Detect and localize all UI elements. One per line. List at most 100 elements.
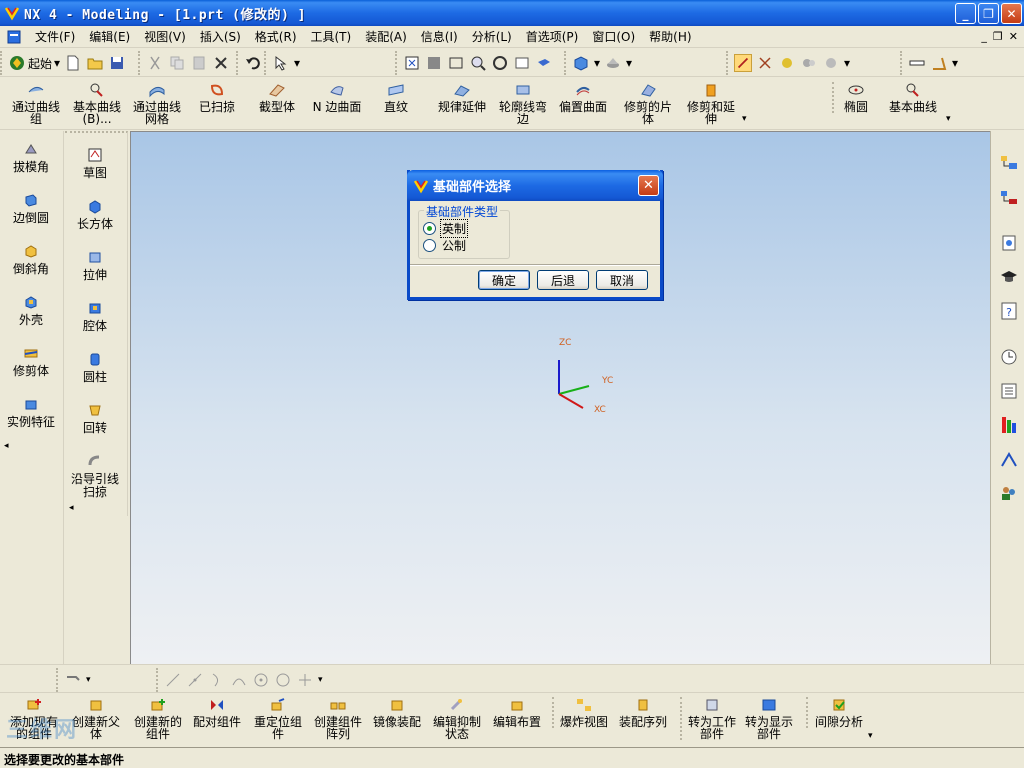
menu-format[interactable]: 格式(R) [248,28,304,45]
assembly-navigator-icon[interactable] [999,153,1019,173]
clearance-analysis-button[interactable]: 间隙分析 [806,697,866,728]
circle-center-icon[interactable] [252,671,270,689]
make-displayed-part-button[interactable]: 转为显示 部件 [740,697,798,740]
ruled-button[interactable]: 直纹 [376,82,416,113]
menu-view[interactable]: 视图(V) [137,28,193,45]
section-body-button[interactable]: 截型体 [254,82,300,113]
line-tangent-icon[interactable] [186,671,204,689]
pocket-button[interactable]: 腔体 [67,300,123,333]
menu-preferences[interactable]: 首选项(P) [519,28,586,45]
swept-button[interactable]: 已扫掠 [194,82,240,113]
maximize-button[interactable]: ❐ [978,3,999,24]
assembly-toolbar-overflow-arrow[interactable]: ▾ [868,731,873,741]
zoom-icon[interactable] [469,54,487,72]
copy-icon[interactable] [168,54,186,72]
menu-info[interactable]: 信息(I) [414,28,465,45]
team-center-icon[interactable] [999,483,1019,503]
rotate-icon[interactable] [491,54,509,72]
open-folder-icon[interactable] [86,54,104,72]
render-style-icon[interactable] [572,54,590,72]
mdi-minimize-button[interactable]: _ [981,30,987,43]
extrude-button[interactable]: 拉伸 [67,249,123,282]
menu-edit[interactable]: 编辑(E) [82,28,137,45]
shaded-view-icon[interactable] [535,54,553,72]
menu-window[interactable]: 窗口(O) [585,28,642,45]
exploded-views-button[interactable]: 爆炸视图 [552,697,610,728]
undo-icon[interactable] [244,54,262,72]
draft-angle-button[interactable]: 拔模角 [4,141,58,174]
process-studio-icon[interactable] [999,449,1019,469]
option-metric[interactable]: 公制 [423,237,466,254]
visualization-icon[interactable] [999,415,1019,435]
mate-component-button[interactable]: 配对组件 [190,697,244,728]
create-component-array-button[interactable]: 创建组件 阵列 [310,697,366,740]
menu-analysis[interactable]: 分析(L) [465,28,519,45]
mirror-assembly-button[interactable]: 镜像装配 [370,697,424,728]
sketch-button[interactable]: 草图 [67,147,123,180]
edit-arrangements-button[interactable]: 编辑布置 [490,697,544,728]
cylinder-button[interactable]: 圆柱 [67,351,123,384]
start-button[interactable]: 起始 ▾ [8,54,60,72]
edge-blend-button[interactable]: 边倒圆 [4,192,58,225]
zoom-box-icon[interactable] [447,54,465,72]
snap-options-icon[interactable] [822,54,840,72]
menu-insert[interactable]: 插入(S) [193,28,248,45]
view-orientation-icon[interactable] [604,54,622,72]
trim-body-button[interactable]: 修剪体 [4,345,58,378]
part-navigator-icon[interactable] [999,188,1019,208]
minimize-button[interactable]: _ [955,3,976,24]
circle-icon[interactable] [274,671,292,689]
menu-file[interactable]: 文件(F) [28,28,82,45]
mdi-restore-button[interactable]: ❐ [993,30,1003,43]
snap-filter-icon[interactable] [800,54,818,72]
history-palette-icon[interactable] [999,233,1019,253]
pan-icon[interactable] [513,54,531,72]
through-curves-button[interactable]: 通过曲线 组 [10,82,62,125]
english-radio[interactable] [423,222,436,235]
reposition-component-button[interactable]: 重定位组 件 [250,697,306,740]
help-icon[interactable]: ? [999,301,1019,321]
block-button[interactable]: 长方体 [67,198,123,231]
spline-icon[interactable] [208,671,226,689]
instance-feature-button[interactable]: 实例特征 [4,396,58,429]
cancel-button[interactable]: 取消 [596,270,648,290]
toolbar2-overflow-arrow[interactable]: ▾ [742,114,747,124]
create-new-component-button[interactable]: 创建新的 组件 [130,697,186,740]
shell-button[interactable]: 外壳 [4,294,58,327]
ok-button[interactable]: 确定 [478,270,530,290]
sweep-along-guide-button[interactable]: 沿导引线 扫掠 [67,453,123,499]
measure-angle-icon[interactable] [930,54,948,72]
selection-filter-icon[interactable] [272,54,290,72]
trim-extend-button[interactable]: 修剪和延 伸 [682,82,740,125]
roles-icon[interactable] [999,267,1019,287]
edit-suppression-state-button[interactable]: 编辑抑制 状态 [430,697,484,740]
close-button[interactable]: ✕ [1001,3,1022,24]
through-curve-mesh-button[interactable]: 通过曲线 网格 [130,82,184,125]
document-icon[interactable] [6,29,22,45]
new-file-icon[interactable] [64,54,82,72]
save-icon[interactable] [108,54,126,72]
revolve-button[interactable]: 回转 [67,402,123,435]
snap-point-icon[interactable] [734,54,752,72]
dialog-title-bar[interactable]: 基础部件选择 ✕ [407,170,663,201]
ellipse-button[interactable]: 椭圆 [832,82,872,113]
palette2-overflow-arrow[interactable]: ◂ [69,503,74,513]
menu-help[interactable]: 帮助(H) [642,28,698,45]
back-button[interactable]: 后退 [537,270,589,290]
fit-view-icon[interactable] [403,54,421,72]
cut-icon[interactable] [146,54,164,72]
profile-flange-button[interactable]: 轮廓线弯 边 [496,82,550,125]
curve-tool-icon[interactable] [64,671,82,689]
basic-curves-b-button[interactable]: 基本曲线 (B)... [70,82,124,125]
mdi-close-button[interactable]: ✕ [1009,30,1018,43]
menu-tools[interactable]: 工具(T) [304,28,359,45]
paste-icon[interactable] [190,54,208,72]
make-work-part-button[interactable]: 转为工作 部件 [680,697,738,740]
point-constructor-icon[interactable] [230,671,248,689]
n-sided-surface-button[interactable]: N 边曲面 [308,82,366,113]
offset-surface-button[interactable]: 偏置曲面 [556,82,610,113]
metric-radio[interactable] [423,239,436,252]
snap-select-icon[interactable] [778,54,796,72]
toolbar2-overflow-arrow-2[interactable]: ▾ [946,114,951,124]
point-icon[interactable] [296,671,314,689]
